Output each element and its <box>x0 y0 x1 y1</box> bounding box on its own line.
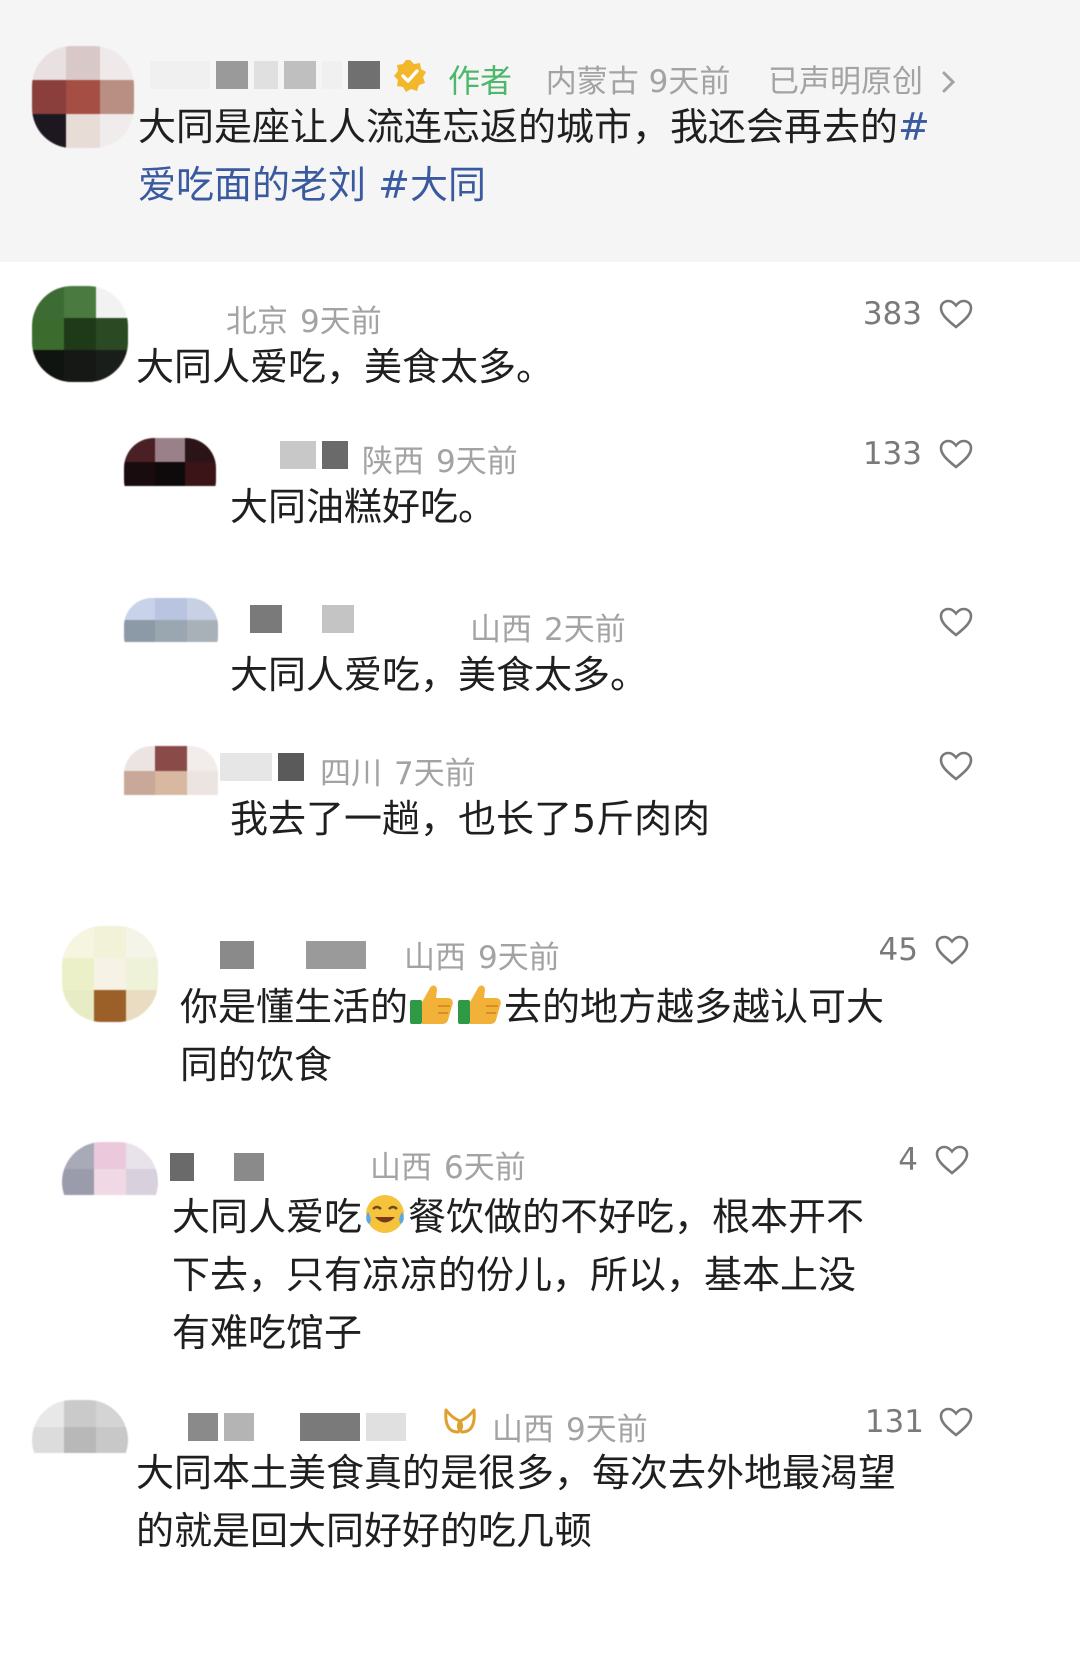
verified-badge-icon <box>394 60 426 92</box>
comment-meta: 四川 7天前 <box>320 748 476 793</box>
comment-meta: 山西 9天前 <box>404 932 560 977</box>
user-name-redacted[interactable] <box>250 604 354 634</box>
comment-time: 6天前 <box>444 1150 526 1186</box>
comment-meta: 北京 9天前 <box>226 296 382 341</box>
avatar[interactable] <box>62 926 158 1022</box>
heart-outline-icon[interactable] <box>938 298 974 330</box>
heart-outline-icon[interactable] <box>934 1144 970 1176</box>
chevron-right-icon <box>942 71 955 93</box>
comment-meta: 陕西 9天前 <box>362 436 518 481</box>
original-label: 已声明原创 <box>768 64 923 100</box>
like-count: 4 <box>898 1142 918 1178</box>
heart-outline-icon[interactable] <box>938 750 974 782</box>
comment-text: 大同人爱吃，美食太多。 <box>230 653 649 697</box>
avatar[interactable] <box>124 746 218 820</box>
user-name-redacted[interactable] <box>220 940 366 970</box>
comment-time: 2天前 <box>544 612 626 648</box>
like-count: 383 <box>862 296 922 332</box>
heart-outline-icon[interactable] <box>938 1406 974 1438</box>
comment-time: 7天前 <box>394 756 476 792</box>
hashtag-link-start[interactable]: # <box>898 105 930 149</box>
user-name-redacted[interactable] <box>170 1152 264 1182</box>
comment-time: 9天前 <box>436 444 518 480</box>
like-count: 131 <box>864 1404 924 1440</box>
comment-text-part: 大同人爱吃 <box>172 1195 363 1239</box>
hashtag-link-laoliu[interactable]: 爱吃面的老刘 <box>138 163 366 207</box>
heart-outline-icon[interactable] <box>934 934 970 966</box>
thumbs-up-emoji <box>458 985 501 1024</box>
comment-text: 你是懂生活的 去的地方越多越认可大 同的饮食 <box>180 978 1040 1094</box>
comment-text-part: 你是懂生活的 <box>180 985 409 1029</box>
author-meta: 作者 内蒙古 9天前 <box>448 56 730 102</box>
author-tag: 作者 <box>448 62 513 100</box>
comment-meta: 山西 9天前 <box>492 1404 648 1449</box>
comment-text-part: 有难吃馆子 <box>172 1311 363 1355</box>
avatar[interactable] <box>62 1142 158 1222</box>
comment-meta: 山西 6天前 <box>370 1142 526 1187</box>
user-name-redacted[interactable] <box>220 752 304 782</box>
author-comment-body: 大同是座让人流连忘返的城市，我还会再去的 <box>138 105 899 149</box>
avatar[interactable] <box>124 598 218 664</box>
heart-outline-icon[interactable] <box>938 438 974 470</box>
author-time: 9天前 <box>648 64 731 100</box>
author-location: 内蒙古 <box>545 64 639 100</box>
comment-time: 9天前 <box>478 940 560 976</box>
comment-location: 四川 <box>320 756 382 792</box>
comment-text: 大同人爱吃，美食太多。 <box>136 345 555 389</box>
comment-time: 9天前 <box>300 304 382 340</box>
author-name-redacted[interactable] <box>150 60 380 90</box>
user-name-redacted[interactable] <box>280 440 348 470</box>
thumbs-up-emoji <box>410 985 453 1024</box>
comment-text-part: 的就是回大同好好的吃几顿 <box>136 1509 593 1553</box>
comment-text: 大同人爱吃 餐饮做的不好吃，根本开不 下去，只有凉凉的份儿，所以，基本上没 有难… <box>172 1188 1052 1362</box>
comment-text: 大同本土美食真的是很多，每次去外地最渴望 的就是回大同好好的吃几顿 <box>136 1444 1036 1560</box>
comment-text-part: 下去，只有凉凉的份儿，所以，基本上没 <box>172 1253 857 1297</box>
comment-location: 北京 <box>226 304 288 340</box>
comment-location: 山西 <box>492 1412 554 1448</box>
comment-location: 山西 <box>470 612 532 648</box>
crying-laughing-emoji <box>366 1195 405 1233</box>
comment-text-part: 餐饮做的不好吃，根本开不 <box>408 1195 865 1239</box>
like-count: 133 <box>862 436 922 472</box>
avatar[interactable] <box>32 286 128 382</box>
comment-meta: 山西 2天前 <box>470 604 626 649</box>
comment-location: 陕西 <box>362 444 424 480</box>
comment-location: 山西 <box>370 1150 432 1186</box>
comment-location: 山西 <box>404 940 466 976</box>
hashtag-link-datong[interactable]: #大同 <box>378 163 486 207</box>
comment-text: 大同油糕好吃。 <box>230 485 497 529</box>
comment-text-part: 同的饮食 <box>180 1043 333 1087</box>
comment-text-part: 去的地方越多越认可大 <box>504 985 885 1029</box>
comment-time: 9天前 <box>566 1412 648 1448</box>
fans-badge-icon <box>444 1408 476 1434</box>
author-comment-text: 大同是座让人流连忘返的城市，我还会再去的# 爱吃面的老刘 #大同 <box>138 98 1038 214</box>
author-avatar[interactable] <box>32 46 134 148</box>
original-declaration-link[interactable]: 已声明原创 <box>768 56 959 101</box>
comment-text-part: 大同本土美食真的是很多，每次去外地最渴望 <box>136 1451 897 1495</box>
like-count: 45 <box>878 932 918 968</box>
avatar[interactable] <box>124 438 216 510</box>
user-name-redacted[interactable] <box>188 1412 406 1442</box>
heart-outline-icon[interactable] <box>938 606 974 638</box>
avatar[interactable] <box>32 1400 128 1480</box>
comment-text: 我去了一趟，也长了5斤肉肉 <box>230 797 711 841</box>
